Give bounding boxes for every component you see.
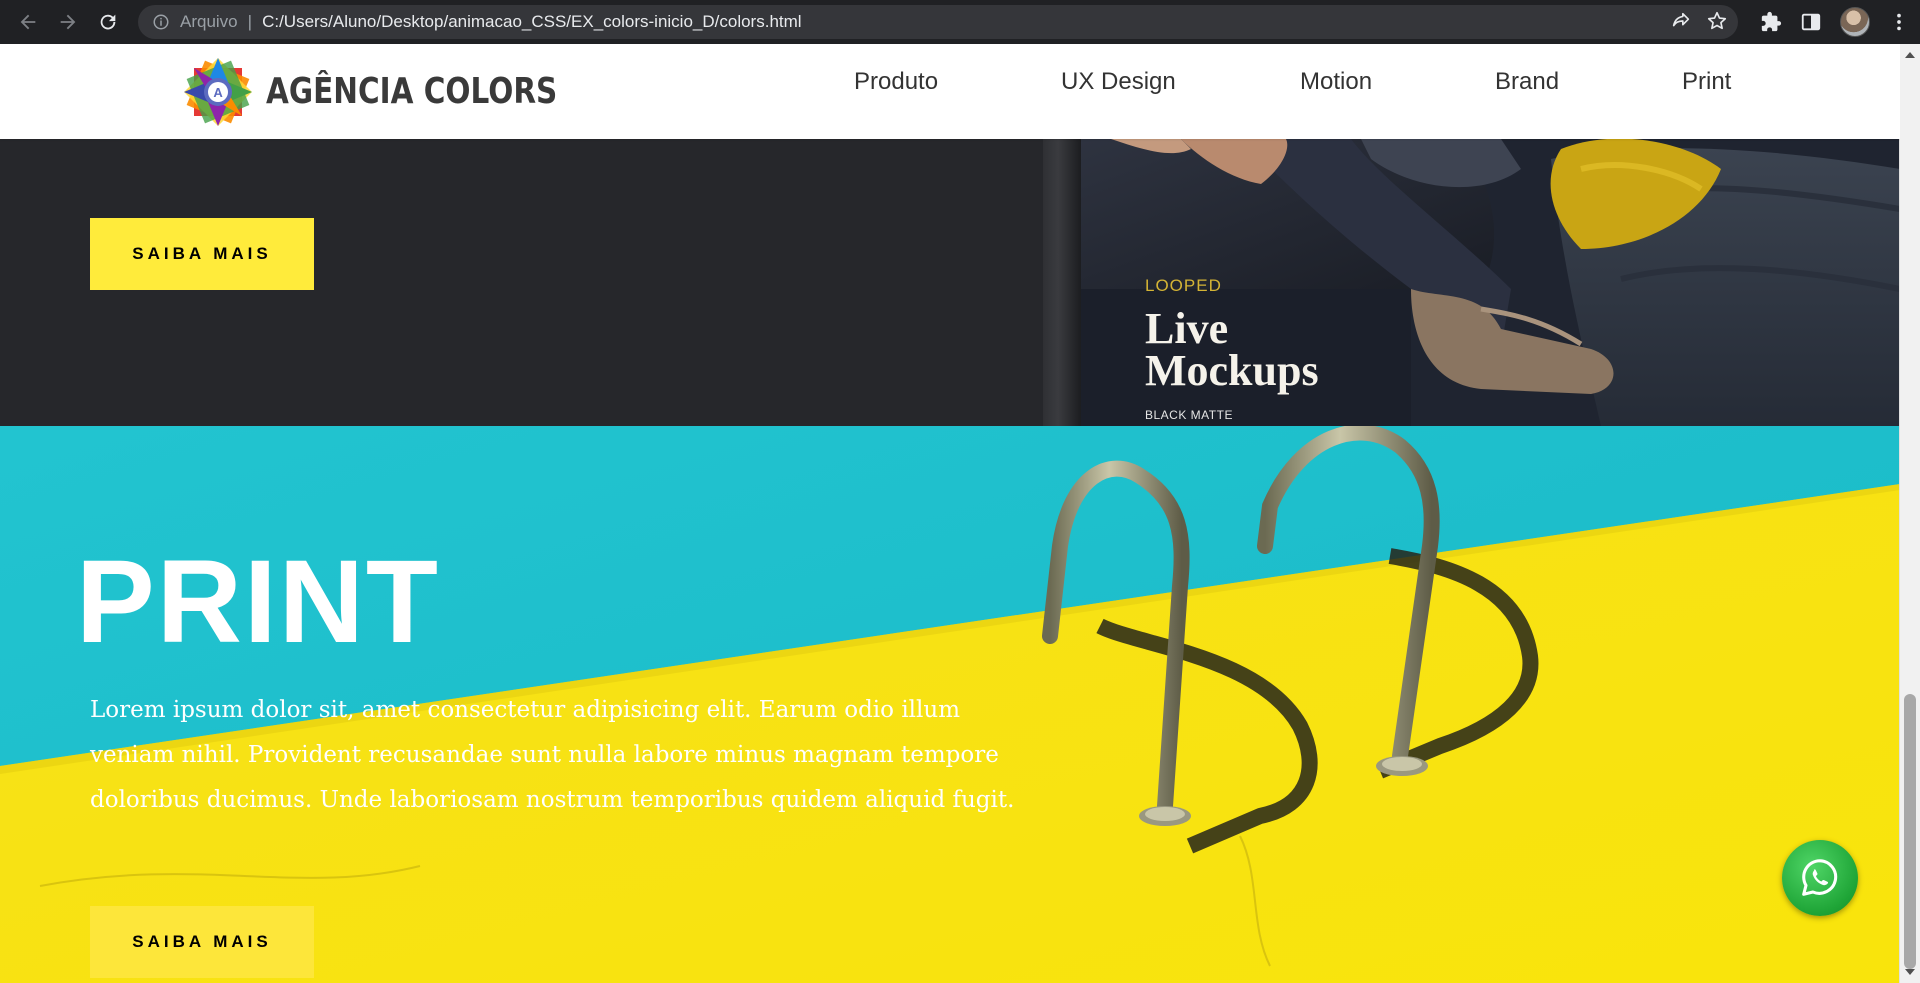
address-bar[interactable]: Arquivo | C:/Users/Aluno/Desktop/animaca… bbox=[138, 5, 1738, 39]
extensions-icon[interactable] bbox=[1760, 11, 1782, 33]
logo[interactable]: A AGÊNCIA COLORS bbox=[178, 44, 621, 139]
page-scrollbar[interactable] bbox=[1899, 44, 1920, 983]
back-button[interactable] bbox=[14, 8, 42, 36]
whatsapp-icon bbox=[1802, 859, 1838, 896]
logo-letter: A bbox=[213, 85, 223, 100]
browser-toolbar: Arquivo | C:/Users/Aluno/Desktop/animaca… bbox=[0, 0, 1920, 44]
address-separator: | bbox=[247, 12, 253, 31]
nav-link-motion[interactable]: Motion bbox=[1300, 68, 1372, 96]
reload-icon bbox=[100, 14, 116, 30]
logo-mark-icon: A bbox=[184, 57, 252, 126]
mockup-subtitle: BLACK MATTE bbox=[1145, 408, 1233, 422]
nav-link-ux-design[interactable]: UX Design bbox=[1061, 68, 1176, 96]
nav-link-print[interactable]: Print bbox=[1682, 68, 1731, 96]
logo-text: AGÊNCIA COLORS bbox=[266, 71, 558, 112]
print-title: PRINT bbox=[76, 536, 440, 668]
page-viewport: A AGÊNCIA COLORS Produto UX Design Motio… bbox=[0, 44, 1900, 983]
menu-dots-icon[interactable] bbox=[1888, 11, 1910, 33]
mockup-title-line2: Mockups bbox=[1145, 346, 1319, 395]
star-icon[interactable] bbox=[1706, 10, 1728, 32]
mockup-photo: LOOPED Live Mockups BLACK MATTE bbox=[1081, 139, 1900, 426]
nav-link-produto[interactable]: Produto bbox=[854, 68, 938, 96]
print-section: PRINT Lorem ipsum dolor sit, amet consec… bbox=[0, 426, 1900, 983]
print-saiba-mais-button[interactable]: SAIBA MAIS bbox=[90, 906, 314, 978]
forward-arrow-icon bbox=[60, 14, 76, 30]
sidebar-icon[interactable] bbox=[1800, 11, 1822, 33]
info-icon[interactable] bbox=[152, 13, 170, 31]
print-description: Lorem ipsum dolor sit, amet consectetur … bbox=[90, 697, 1015, 813]
back-arrow-icon bbox=[20, 14, 36, 30]
main-nav: Produto UX Design Motion Brand Print bbox=[850, 44, 1750, 139]
saiba-mais-button[interactable]: SAIBA MAIS bbox=[90, 218, 314, 290]
mockup-title-line1: Live bbox=[1145, 304, 1229, 353]
share-icon[interactable] bbox=[1670, 10, 1692, 32]
security-label: Arquivo bbox=[180, 12, 238, 31]
reload-button[interactable] bbox=[94, 8, 122, 36]
mockup-title: Live Mockups bbox=[1145, 304, 1319, 395]
nav-link-brand[interactable]: Brand bbox=[1495, 68, 1559, 96]
motion-section: SAIBA MAIS LOOPED Live Mockups BLACK MAT… bbox=[0, 139, 1900, 426]
site-header: A AGÊNCIA COLORS Produto UX Design Motio… bbox=[0, 44, 1900, 139]
scroll-up-arrow-icon[interactable] bbox=[1905, 52, 1915, 58]
url-text[interactable]: C:/Users/Aluno/Desktop/animacao_CSS/EX_c… bbox=[262, 12, 802, 32]
scroll-down-arrow-icon[interactable] bbox=[1905, 969, 1915, 975]
forward-button[interactable] bbox=[54, 8, 82, 36]
mockup-kicker: LOOPED bbox=[1145, 276, 1222, 295]
profile-avatar[interactable] bbox=[1840, 7, 1870, 37]
mockup-caption: LOOPED Live Mockups BLACK MATTE bbox=[1145, 276, 1319, 422]
scrollbar-thumb[interactable] bbox=[1904, 694, 1916, 969]
whatsapp-button[interactable] bbox=[1782, 840, 1858, 916]
section-divider bbox=[1043, 139, 1081, 426]
